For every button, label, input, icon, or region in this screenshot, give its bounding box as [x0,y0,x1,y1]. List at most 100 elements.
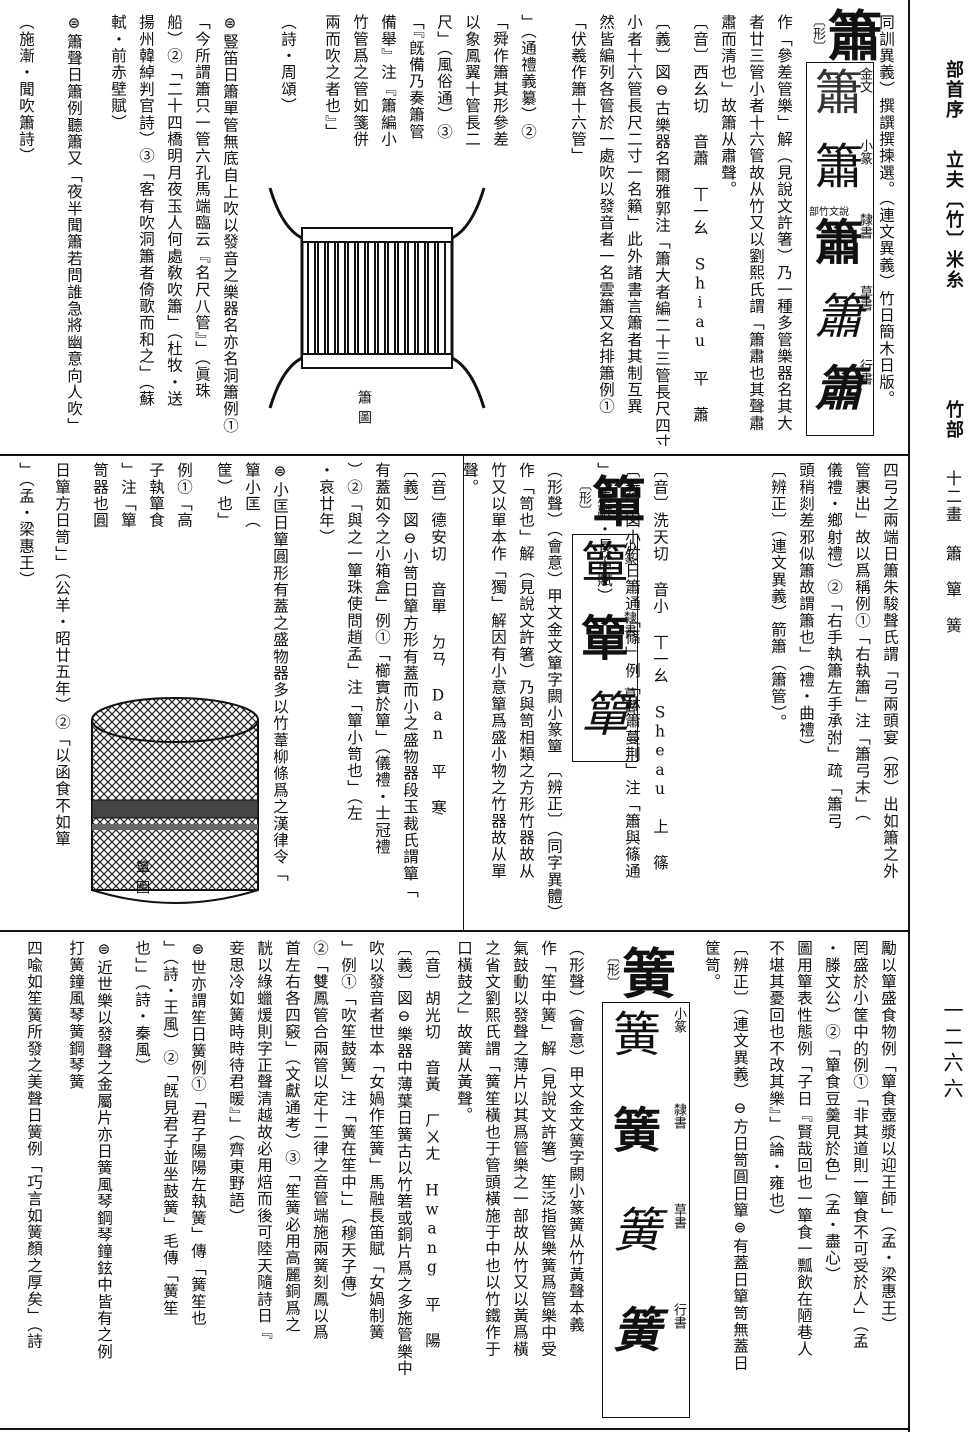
text-column: 圖用簞表性態例「子日『賢哉回也一簞食一瓢飲在陋巷人 [795,940,813,1358]
text-column: 〔義〕図⊖古樂器名爾雅郭注「簫大者編二十三管長尺四寸 [653,14,671,446]
entry-body-xiao-cont: 四弓之兩端日簫朱駿聲氏謂「弓兩頭宴（邪）出如簫之外 管裹出」故以爲稱例①「右執簫… [690,462,906,922]
text-column: 竹管爲之管如箋併 [351,14,369,148]
text-column: 例①「高 [175,462,193,529]
text-column: 然皆編列各管於一處吹以發音者一名雲簫又名排簫例① [597,14,615,415]
text-column: ・哀廿年） [317,462,335,546]
text-column: 〔辨正〕（連文異義）箭簫（簫管）。 [769,462,787,731]
text-column: 作「笙中簧」解（見說文許箸）笙泛指管樂簧爲管樂中受 [539,940,557,1358]
text-column: 」（通禮義纂）② [519,14,537,140]
text-column: 」注「簞 [119,462,137,529]
text-column: 不堪其憂回也不改其樂』」（論・雍也） [767,940,785,1226]
header-divider [908,0,910,1432]
text-column: 軾・前赤壁賦） [109,14,127,131]
text-column: 〔音〕胡光切 音黃 ㄏㄨㄤ Hwang 平 陽 [423,940,441,1350]
text-column: 管裹出」故以爲稱例①「右執簫」注「簫弓末」（ [853,462,871,822]
script-label: 行書 [857,359,872,385]
radical-name: 竹部 [943,400,964,440]
figure-caption-dan: 簞圖 [134,860,150,900]
text-column: 靗以綠蠟煖則字正聲清越故必用焙而後可陸天隨詩日『 [255,940,273,1341]
text-column: 四弓之兩端日簫朱駿聲氏謂「弓兩頭宴（邪）出如簫之外 [881,462,899,880]
text-column: 〔音〕西幺切 音蕭 丅一幺 Shiau 平 蕭 [691,14,709,424]
text-column: ⊜小匡日簞圓形有蓋之盛物器多以竹葦柳條爲之漢律令「 [271,462,289,882]
text-column: 打簧鐘風琴簧鋼琴簧 [67,940,85,1091]
panpipe-figure [268,187,486,409]
text-column: （形聲）（會意）甲文金文簧字闕小篆簧从竹黃聲本義 [567,940,585,1334]
text-column: 以象鳳翼十管長二 [463,14,481,148]
script-label: 草書 [857,285,872,311]
section-divider-top [0,454,908,456]
text-column: ⊜世亦謂笙日簧例①「君子陽陽左執簧」傳「簧笙也 [189,940,207,1327]
text-column: 子執簞食 [147,462,165,529]
text-column: 」（馬融・長笛賦） [595,462,613,605]
section-divider-middle [0,930,908,932]
text-column: 」例①「吹笙鼓簧」注「簧在笙中」」（穆天子傳） [339,940,357,1309]
page-number: 一二六六 [940,1000,964,1104]
text-column: 也」」（詩・秦風） [133,940,151,1075]
text-column: ⊜豎笛日簫單管無底自上吹以發音之樂器名亦名洞簫例① [221,14,239,434]
text-column: 〔義〕図⊖樂器中薄葉日簧古以竹箬或銅片爲之多施管樂中 [395,940,413,1377]
text-column: 有蓋如今之小箱盒」例①「櫛實於簞」（儀禮・士冠禮 [373,462,391,856]
header-chars: 簫 簞 簧 [943,545,962,635]
script-label: 隸書 [857,213,872,239]
text-column: 聲。 [461,462,479,496]
text-column: ⊜簫聲日簫例聽簫又「夜半聞簫若問誰急將幽意向人吹」 [65,14,83,434]
text-column: 肅而清也」故簫从肅聲。 [719,14,737,198]
text-column: 船）②「二十四橋明月夜玉人何處敎吹簫」（杜牧・送 [165,14,183,408]
text-column: 「伏羲作簫十六管」 [569,14,587,165]
text-column: 竹又以單本作「獨」解因有小意簞爲盛小物之竹器故从單 [489,462,507,880]
text-column: 之省文劉熙氏謂「簧笙橫也于管頭橫施于中也以竹鐵作于 [483,940,501,1358]
text-column: 日簞方日笥」」（公羊・昭廿五年）②「以函食不如簞 [53,462,71,848]
text-column: ②「雙鳳管合兩管以定十二律之音管端施兩簧刻鳳以爲 [311,940,329,1341]
text-column: 儀禮・鄉射禮）②「右手執簫左手承弣」疏「簫弓 [825,462,843,830]
text-column: 〔義〕図小竹日簫通「篠」例「林簫蔓荆」注「簫與篠通 [623,462,641,880]
text-column: 口橫鼓之」故簧从黃聲。 [455,940,473,1124]
figure-caption-xiao: 簫圖 [356,390,372,430]
entry-body-huang: 勵以簞盛食物例「簞食壺漿以迎王師」（孟・梁惠王） 罔盛於小筐中的例①「非其道則一… [0,940,906,1422]
text-column: ）②「與之一簞珠使問趙孟」注「簞小笥也」（左 [345,462,363,822]
text-column: 勵以簞盛食物例「簞食壺漿以迎王師」（孟・梁惠王） [879,940,897,1334]
text-column: 小者十六管長尺二寸一名籟」此外諸書言簫者其制互異 [625,14,643,415]
script-source: 部竹文說 [809,207,849,218]
text-column: 妾思冷如簧時時待君暖』」（齊東野語） [227,940,245,1226]
bottom-rule [0,1428,908,1430]
text-column: 罔盛於小筐中的例①「非其道則一簞食不可受於人」（孟 [851,940,869,1350]
text-column: 四喩如笙簧所發之美聲日簧例「巧言如簧顏之厚矣」（詩 [25,940,43,1350]
script-label: 金文 [857,67,872,93]
text-column: 者廿三管小者十六管故从竹又以劉熙氏謂「簫肅也其聲肅 [747,14,765,432]
text-column: 」（孟・梁惠王） [17,462,35,588]
text-column: 首左右各四竅」（文獻通考）③「笙簧必用高麗銅爲之 [283,940,301,1334]
text-column: 作「參差管樂」解（見說文許箸）乃一種多管樂器名其大 [775,14,793,432]
text-column: （施漸・聞吹簫詩） [17,14,35,165]
text-column: 」（詩・王風）②「旣見君子並坐鼓簧」毛傳「簧笙 [161,940,179,1317]
text-column: 筐）也」 [215,462,233,529]
text-column: 兩而吹之者也』」 [323,14,341,140]
basket-figure [91,697,259,904]
text-column: 尺」（風俗通）③ [435,14,453,140]
form-tag-xiao: 〔形〕 [810,14,825,53]
text-column: 作「笥也」解（見說文許箸）乃與笥相類之方形竹器故从 [517,462,535,880]
text-column: ・滕文公）②「簞食豆羹見於色」（孟・盡心） [823,940,841,1283]
section-label: 部首序 [943,60,964,120]
text-column: （形聲）（會意）甲文金文簞字闕小篆簞从竹單聲本義 [545,462,563,752]
text-column: （詩・周頌） [279,14,297,115]
text-column: 筐笥。 [703,940,721,991]
text-column: ⊜近世樂以發聲之金屬片亦日簧風琴鋼琴鐘鉉中皆有之例 [95,940,113,1360]
text-column: 揚州韓綽判官詩）③「客有吹洞簫者倚歌而和之」（蘇 [137,14,155,408]
text-column: 頭稍剡差邪似簫故謂簫也」（禮・曲禮） [797,462,815,755]
text-column: 〔音〕洗天切 音小 丅一幺 Sheau 上 篠 [651,462,669,872]
text-column: 〔辨正〕（連文異義）⊖方日笥圓日簞⊜有蓋日簞笥無蓋日 [731,940,749,1372]
stroke-label: 十二畫 [943,470,962,524]
text-column: 〔音〕德安切 音單 ㄉㄢ Dan 平 寒 [429,462,447,816]
script-forms-xiao: 簫 金文 簫 小篆 簫 隸書 簫 草書 簫 行書 部竹文說 [806,62,874,436]
script-form-seal: 簫 [815,139,863,195]
text-column: 笥器也圓 [91,462,109,529]
head-note-xiao: 同訓異義）撰譔撰揀選。（連文異義）竹日簡木日版。 [877,14,895,408]
script-label: 小篆 [857,139,872,165]
text-column: 〔辨正〕（同字異體）簫（簫觔字） [545,762,563,922]
text-column: 簞小匡（ [243,462,261,529]
text-column: 氣鼓動以發聲之薄片以其爲管樂之一部故从竹又以黃爲橫 [511,940,529,1358]
radical-line: 立夫〔竹〕米糸 [943,150,964,290]
text-column: 「今所謂簫只一管六孔馬端臨云『名尺八管』」（眞珠 [193,14,211,400]
text-column: 〔義〕図⊖小笥日簞方形有蓋而小之盛物器段玉裁氏謂簞「 [401,462,419,899]
text-column: 「『旣備乃奏簫管 [407,14,425,140]
